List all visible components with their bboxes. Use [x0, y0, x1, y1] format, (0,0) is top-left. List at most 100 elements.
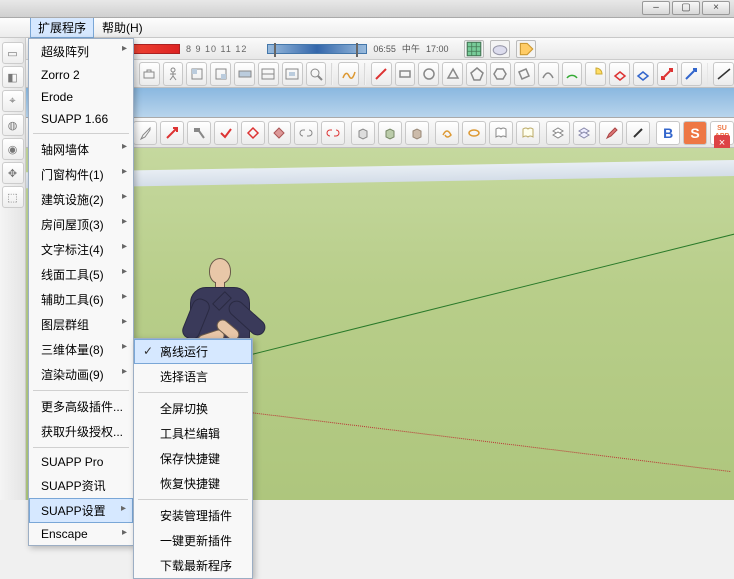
section-cut-icon[interactable]: [282, 62, 303, 86]
submenu-fullscreen-toggle[interactable]: 全屏切换: [134, 396, 252, 421]
plugin-box2-icon[interactable]: [378, 121, 402, 145]
date-ticks: 8 9 10 11 12: [186, 44, 247, 54]
submenu-update-plugins[interactable]: 一键更新插件: [134, 528, 252, 553]
plugin-badge-b[interactable]: B: [656, 121, 680, 145]
menu-aux-tools[interactable]: 辅助工具(6): [29, 287, 133, 312]
move-tool-icon[interactable]: [657, 62, 678, 86]
section-display-icon[interactable]: [258, 62, 279, 86]
zoom-tool-icon[interactable]: [306, 62, 327, 86]
menu-suapp-pro[interactable]: SUAPP Pro: [29, 451, 133, 473]
rectangle-tool-icon[interactable]: [395, 62, 416, 86]
dimension-tool-icon[interactable]: [713, 62, 734, 86]
polygon3-tool-icon[interactable]: [442, 62, 463, 86]
plugin-book1-icon[interactable]: [489, 121, 513, 145]
cloud-icon[interactable]: [490, 40, 510, 58]
plugin-linkred-icon[interactable]: [321, 121, 345, 145]
plugin-layers1-icon[interactable]: [546, 121, 570, 145]
pushpull-red-icon[interactable]: [609, 62, 630, 86]
map-icon[interactable]: [464, 40, 484, 58]
window-titlebar: – ▢ ×: [0, 0, 734, 18]
suapp-settings-submenu: 离线运行 选择语言 全屏切换 工具栏编辑 保存快捷键 恢复快捷键 安装管理插件 …: [133, 338, 253, 579]
paint-tool-icon[interactable]: ◍: [2, 114, 24, 136]
plugin-hammer-icon[interactable]: [187, 121, 211, 145]
menu-suapp-settings[interactable]: SUAPP设置: [29, 498, 133, 523]
polygon5-tool-icon[interactable]: [466, 62, 487, 86]
sunset-marker: [356, 43, 358, 57]
plugin-redarrow-icon[interactable]: [160, 121, 184, 145]
orbit-tool-icon[interactable]: ◉: [2, 138, 24, 160]
plugin-eyedropper-icon[interactable]: [133, 121, 157, 145]
menu-help[interactable]: 帮助(H): [94, 17, 151, 38]
noon-label: 中午: [402, 42, 420, 55]
plugin-box1-icon[interactable]: [351, 121, 375, 145]
submenu-restore-shortcut[interactable]: 恢复快捷键: [134, 471, 252, 496]
menu-suapp-news[interactable]: SUAPP资讯: [29, 473, 133, 498]
plugin-box3-icon[interactable]: [405, 121, 429, 145]
plugin-check-icon[interactable]: [214, 121, 238, 145]
menu-layer-group[interactable]: 图层群组: [29, 312, 133, 337]
submenu-select-language[interactable]: 选择语言: [134, 364, 252, 389]
submenu-save-shortcut[interactable]: 保存快捷键: [134, 446, 252, 471]
window-minimize-button[interactable]: –: [642, 1, 670, 15]
plugin-brush-icon[interactable]: [599, 121, 623, 145]
menu-room-roof[interactable]: 房间屋顶(3): [29, 212, 133, 237]
section-plane-icon[interactable]: [234, 62, 255, 86]
plugin-link-icon[interactable]: [294, 121, 318, 145]
pan-tool-icon[interactable]: ✥: [2, 162, 24, 184]
sunrise-marker: [274, 43, 276, 57]
move-tool-blue-icon[interactable]: [681, 62, 702, 86]
time-slider[interactable]: [267, 44, 367, 54]
menu-render-anim[interactable]: 渲染动画(9): [29, 362, 133, 387]
polygon6-tool-icon[interactable]: [490, 62, 511, 86]
menu-3d-volume[interactable]: 三维体量(8): [29, 337, 133, 362]
date-slider[interactable]: [130, 44, 180, 54]
menu-bar: 扩展程序 帮助(H): [0, 18, 734, 38]
submenu-offline-run[interactable]: 离线运行: [134, 339, 252, 364]
plugin-ring-icon[interactable]: [462, 121, 486, 145]
plugin-book2-icon[interactable]: [516, 121, 540, 145]
menu-text-dim[interactable]: 文字标注(4): [29, 237, 133, 262]
menu-building[interactable]: 建筑设施(2): [29, 187, 133, 212]
zoom-extents-icon[interactable]: ⬚: [2, 186, 24, 208]
submenu-toolbar-edit[interactable]: 工具栏编辑: [134, 421, 252, 446]
tape-tool-icon[interactable]: ⌖: [2, 90, 24, 112]
circle-tool-icon[interactable]: [418, 62, 439, 86]
plugin-diamond-red-icon[interactable]: [241, 121, 265, 145]
submenu-download-latest[interactable]: 下载最新程序: [134, 553, 252, 578]
rotated-rect-tool-icon[interactable]: [514, 62, 535, 86]
menu-extensions[interactable]: 扩展程序: [30, 17, 94, 38]
freehand-tool-icon[interactable]: [338, 62, 359, 86]
menu-axis-wall[interactable]: 轴网墙体: [29, 137, 133, 162]
submenu-install-manage[interactable]: 安装管理插件: [134, 503, 252, 528]
menu-line-face[interactable]: 线面工具(5): [29, 262, 133, 287]
window-close-button[interactable]: ×: [702, 1, 730, 15]
menu-more-plugins[interactable]: 更多高级插件...: [29, 394, 133, 419]
pushpull-blue-icon[interactable]: [633, 62, 654, 86]
menu-super-array[interactable]: 超级阵列: [29, 39, 133, 64]
walk-tool-icon[interactable]: [163, 62, 184, 86]
view-iso-icon[interactable]: [210, 62, 231, 86]
view-standard-icon[interactable]: [186, 62, 207, 86]
pie-tool-icon[interactable]: [585, 62, 606, 86]
tag-icon[interactable]: [516, 40, 536, 58]
plugin-badge-s[interactable]: S: [683, 121, 707, 145]
line-tool-icon[interactable]: [371, 62, 392, 86]
menu-suapp-166[interactable]: SUAPP 1.66: [29, 108, 133, 130]
camera-tool-icon[interactable]: [139, 62, 160, 86]
plugin-diamond-icon[interactable]: [268, 121, 292, 145]
plugin-swirl-icon[interactable]: [435, 121, 459, 145]
menu-zorro2[interactable]: Zorro 2: [29, 64, 133, 86]
menu-get-license[interactable]: 获取升级授权...: [29, 419, 133, 444]
plugin-pencil-icon[interactable]: [626, 121, 650, 145]
arc2-tool-icon[interactable]: [562, 62, 583, 86]
select-tool-icon[interactable]: ▭: [2, 42, 24, 64]
window-maximize-button[interactable]: ▢: [672, 1, 700, 15]
plugin-layers2-icon[interactable]: [573, 121, 597, 145]
menu-door-window[interactable]: 门窗构件(1): [29, 162, 133, 187]
eraser-tool-icon[interactable]: ◧: [2, 66, 24, 88]
arc-tool-icon[interactable]: [538, 62, 559, 86]
left-toolbar: ▭ ◧ ⌖ ◍ ◉ ✥ ⬚: [0, 38, 26, 500]
sunrise-label: 06:55: [373, 44, 396, 54]
menu-enscape[interactable]: Enscape: [29, 523, 133, 545]
menu-erode[interactable]: Erode: [29, 86, 133, 108]
